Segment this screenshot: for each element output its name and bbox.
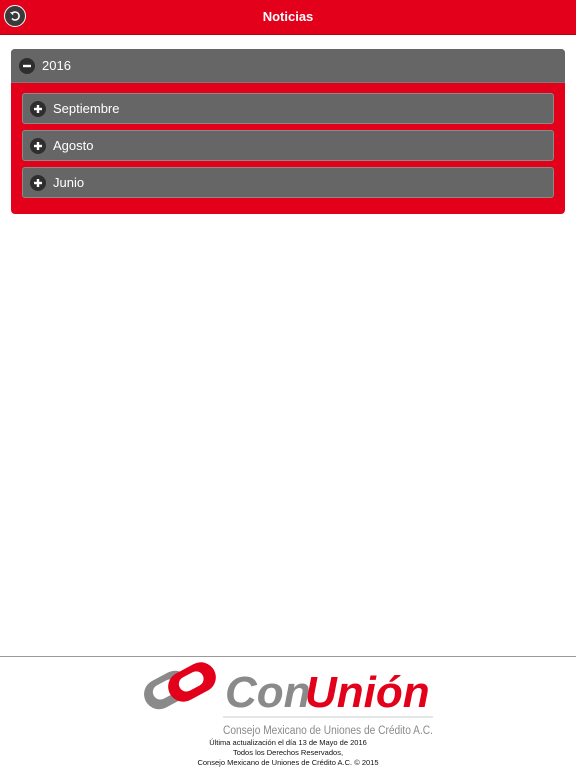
month-item-septiembre[interactable]: Septiembre xyxy=(22,93,554,124)
year-toggle-2016[interactable]: 2016 xyxy=(11,49,565,83)
expand-plus-icon xyxy=(30,174,46,191)
news-accordion: 2016 Septiembre Agosto Junio xyxy=(11,49,565,214)
month-item-agosto[interactable]: Agosto xyxy=(22,130,554,161)
logo-subtitle: Consejo Mexicano de Uniones de Crédito A… xyxy=(223,725,433,737)
month-label: Agosto xyxy=(53,138,94,153)
logo-union: Unión xyxy=(305,668,430,717)
expand-plus-icon xyxy=(30,100,46,117)
year-label: 2016 xyxy=(42,58,71,73)
month-item-junio[interactable]: Junio xyxy=(22,167,554,198)
page-title: Noticias xyxy=(262,9,314,24)
top-bar: Noticias xyxy=(0,0,576,34)
footer: Con Unión Consejo Mexicano de Uniones de… xyxy=(0,656,576,769)
month-list: Septiembre Agosto Junio xyxy=(11,83,565,198)
conunion-logo: Con Unión Consejo Mexicano de Uniones de… xyxy=(144,662,433,737)
logo-con: Con xyxy=(225,668,311,717)
footer-org-line: Consejo Mexicano de Uniones de Crédito A… xyxy=(197,758,379,767)
expand-plus-icon xyxy=(30,137,46,154)
month-label: Junio xyxy=(53,175,85,190)
footer-updated-line: Última actualización el día 13 de Mayo d… xyxy=(209,738,367,747)
footer-rights-line: Todos los Derechos Reservados, xyxy=(232,748,344,757)
month-label: Septiembre xyxy=(53,101,120,116)
collapse-minus-icon xyxy=(19,57,35,74)
footer-copyright: Última actualización el día 13 de Mayo d… xyxy=(0,738,576,768)
chain-link-icon xyxy=(144,662,216,710)
